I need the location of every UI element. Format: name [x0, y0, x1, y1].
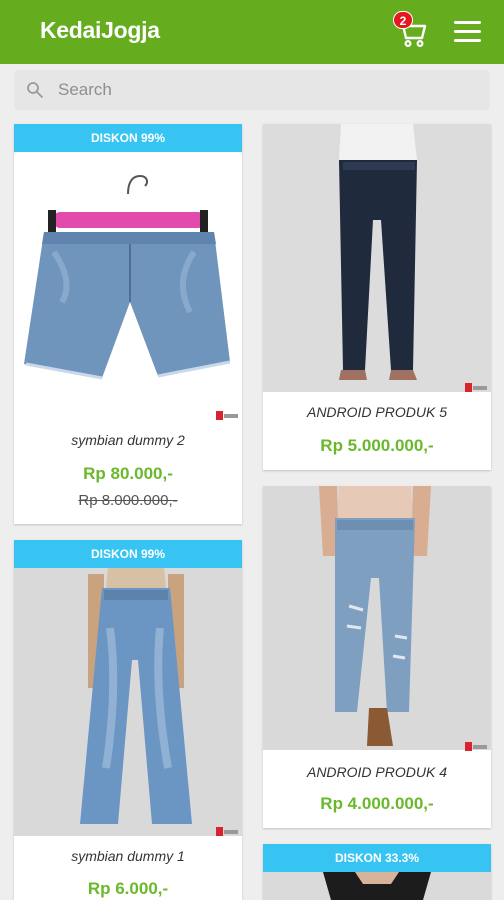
- product-name: ANDROID PRODUK 4: [306, 764, 448, 780]
- product-price: Rp 4.000.000,-: [320, 794, 434, 813]
- watermark-logo: [465, 738, 487, 751]
- product-image: [263, 124, 491, 392]
- product-image: [263, 486, 491, 751]
- app-title: KedaiJogja: [40, 17, 160, 43]
- discount-badge: DISKON 99%: [14, 540, 242, 568]
- product-card[interactable]: DISKON 99% symbian dummy 1 Rp 6.000,-: [14, 540, 242, 900]
- search-icon: [27, 82, 43, 98]
- cart-button[interactable]: 2: [390, 10, 434, 54]
- product-price: Rp 5.000.000,-: [320, 436, 434, 455]
- watermark-logo: [216, 407, 238, 420]
- watermark-logo: [465, 379, 487, 392]
- watermark-logo: [216, 823, 238, 836]
- product-price: Rp 6.000,-: [87, 879, 169, 898]
- product-card[interactable]: DISKON 99% symbian dummy 2 Rp 80.000,- R…: [14, 124, 242, 524]
- product-card[interactable]: ANDROID PRODUK 5 Rp 5.000.000,-: [263, 124, 491, 470]
- cart-count-badge: 2: [393, 11, 413, 29]
- product-image: [263, 872, 491, 900]
- search-bar: [14, 70, 490, 110]
- top-app-bar: KedaiJogja 2: [0, 0, 504, 64]
- product-price: Rp 80.000,-: [83, 464, 173, 483]
- product-name: ANDROID PRODUK 5: [306, 404, 448, 420]
- product-card[interactable]: ANDROID PRODUK 4 Rp 4.000.000,-: [263, 486, 491, 828]
- product-name: symbian dummy 1: [71, 848, 185, 864]
- original-price: Rp 8.000.000,-: [78, 492, 178, 509]
- search-input[interactable]: [58, 74, 478, 106]
- product-card[interactable]: DISKON 33.3%: [263, 844, 491, 900]
- product-name: symbian dummy 2: [71, 432, 185, 448]
- hamburger-menu-icon[interactable]: [452, 18, 482, 46]
- discount-badge: DISKON 33.3%: [263, 844, 491, 872]
- discount-badge: DISKON 99%: [14, 124, 242, 152]
- product-image: [14, 152, 242, 420]
- product-image: [14, 568, 242, 836]
